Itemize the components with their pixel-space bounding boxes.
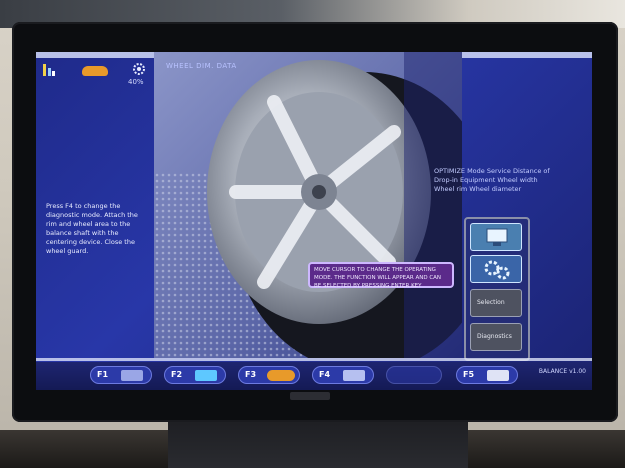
magnifier-icon [343, 370, 365, 381]
gears-icon [484, 260, 510, 280]
wheel-image [154, 52, 462, 358]
monitor-logo [290, 392, 330, 400]
selection-button[interactable]: Selection [470, 289, 522, 317]
monitor-mode-button[interactable] [470, 223, 522, 251]
help-tooltip: MOVE CURSOR TO CHANGE THE OPERATING MODE… [308, 262, 454, 289]
settings-mode-button[interactable] [470, 255, 522, 283]
mode-side-panel: Selection Diagnostics [464, 217, 530, 361]
gear-icon [133, 63, 145, 75]
f1-label: F1 [97, 370, 109, 379]
diagnostics-label: Diagnostics [477, 333, 512, 340]
diagnostics-button[interactable]: Diagnostics [470, 323, 522, 351]
level-readout: 40% [128, 78, 144, 86]
screen-header: WHEEL DIM. DATA [166, 62, 237, 70]
car-icon [267, 370, 295, 381]
f2-icon [195, 370, 217, 381]
f1-key[interactable]: F1 [90, 366, 152, 384]
function-key-bar: F1 F2 F3 F4 F5 BALANCE v1.00 [36, 362, 592, 390]
f5-label: F5 [463, 370, 475, 379]
balance-icon [43, 64, 55, 76]
tools-icon [487, 370, 509, 381]
f2-label: F2 [171, 370, 183, 379]
empty-key[interactable] [386, 366, 442, 384]
f3-label: F3 [245, 370, 257, 379]
selection-label: Selection [477, 299, 505, 306]
version-text: BALANCE v1.00 [538, 368, 586, 375]
balancer-screen: 40% WHEEL DIM. DATA Press F4 to change t… [36, 52, 592, 390]
f4-label: F4 [319, 370, 331, 379]
status-area: 40% [42, 62, 162, 88]
car-icon [82, 66, 108, 76]
f4-key[interactable]: F4 [312, 366, 374, 384]
f3-key[interactable]: F3 [238, 366, 300, 384]
bottom-divider [36, 358, 592, 361]
f5-key[interactable]: F5 [456, 366, 518, 384]
f2-key[interactable]: F2 [164, 366, 226, 384]
mode-info-text: OPTIMIZE Mode Service Distance of Drop-i… [434, 167, 550, 193]
instruction-text: Press F4 to change the diagnostic mode. … [46, 202, 138, 255]
f1-icon [121, 370, 143, 381]
screen-icon [486, 228, 508, 246]
